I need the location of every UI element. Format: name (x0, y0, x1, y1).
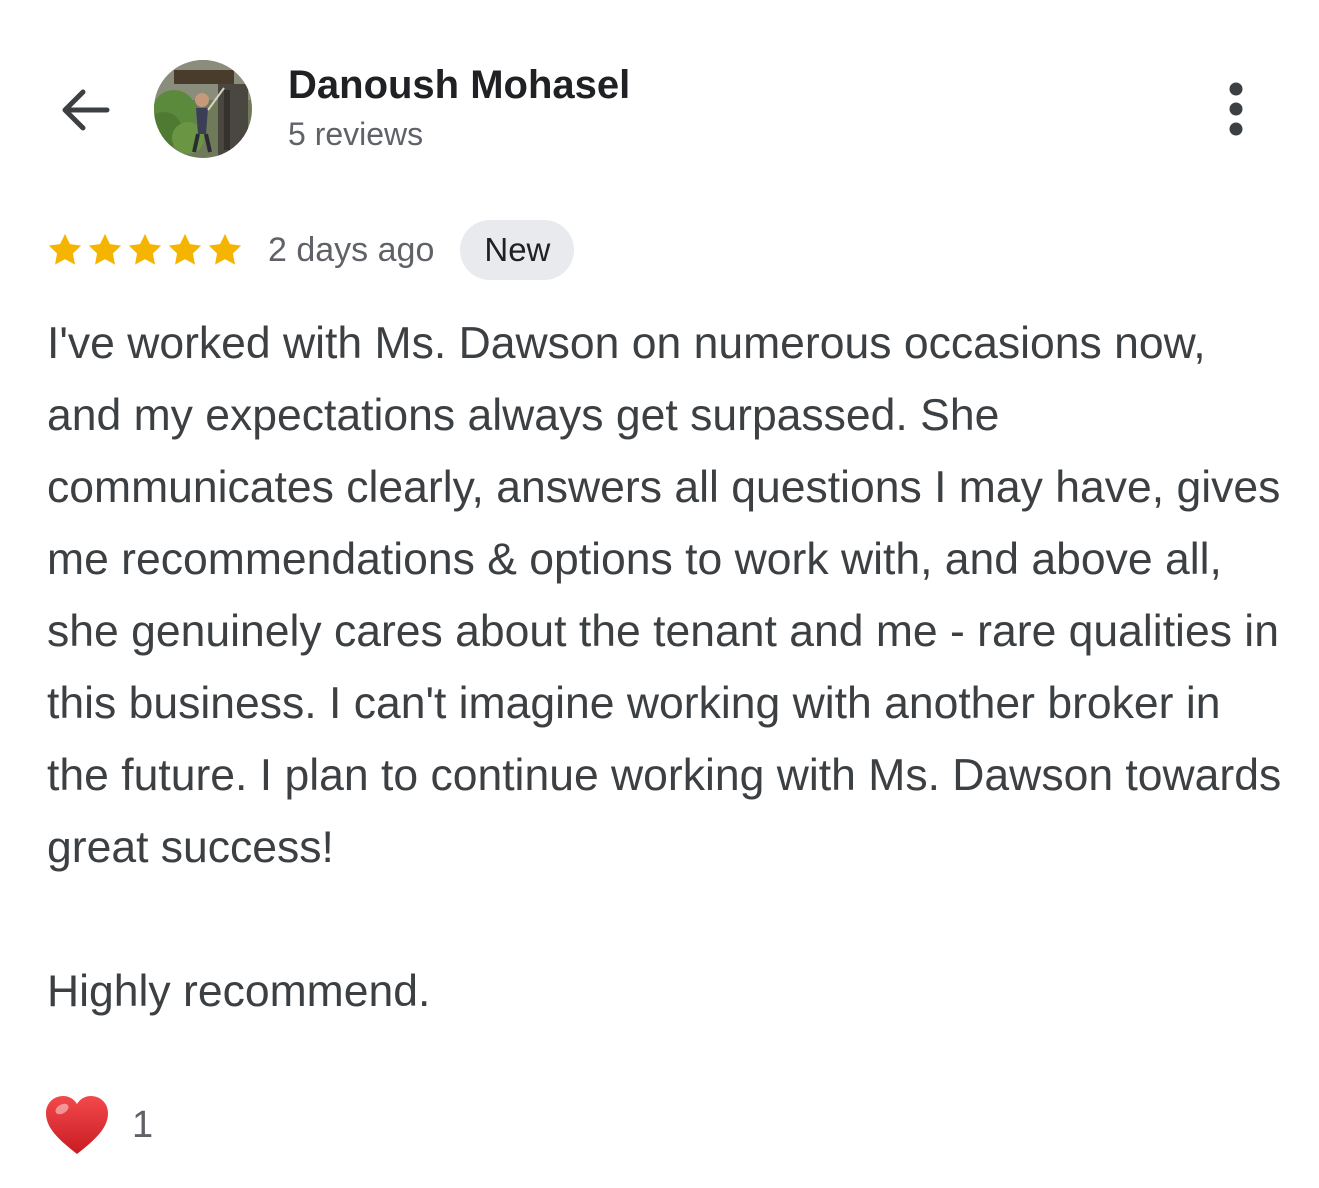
star-rating (46, 231, 244, 269)
heart-count: 1 (132, 1103, 154, 1146)
heart-icon (46, 1096, 108, 1154)
more-options-button[interactable] (1206, 78, 1266, 140)
arrow-left-icon (62, 89, 110, 131)
star-icon (168, 233, 202, 265)
avatar-photo (154, 60, 252, 158)
review-header: Danoush Mohasel 5 reviews (0, 0, 1319, 190)
heart-reaction-button[interactable] (44, 1092, 110, 1158)
more-vertical-icon (1229, 82, 1243, 136)
reviewer-name[interactable]: Danoush Mohasel (288, 63, 630, 108)
star-icon (128, 233, 162, 265)
star-icon (48, 233, 82, 265)
star-icon (88, 233, 122, 265)
star-icon (208, 233, 242, 265)
reviewer-review-count: 5 reviews (288, 116, 424, 152)
back-button[interactable] (48, 74, 120, 146)
review-meta: 2 days ago New (46, 218, 575, 282)
new-badge: New (460, 220, 575, 280)
reaction-row: 1 (44, 1092, 153, 1158)
review-date: 2 days ago (268, 230, 435, 269)
review-text: I've worked with Ms. Dawson on numerous … (47, 319, 1282, 1016)
avatar[interactable] (154, 60, 252, 158)
